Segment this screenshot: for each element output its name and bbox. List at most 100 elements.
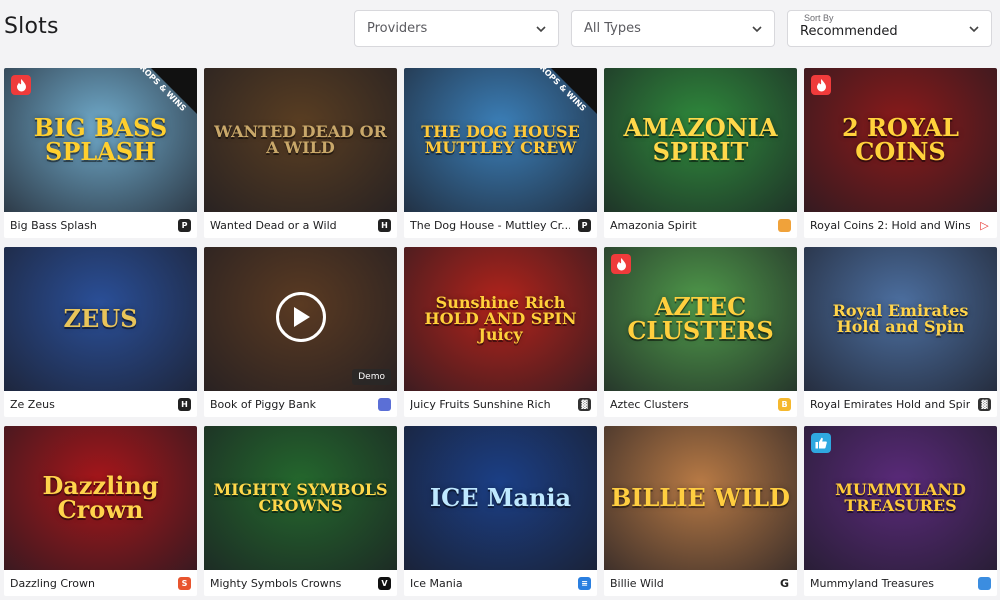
hacksaw-provider-icon: H	[178, 397, 191, 411]
fire-icon	[811, 75, 831, 95]
game-caption: Amazonia Spirit	[604, 212, 797, 238]
game-thumbnail[interactable]: ZEUS	[4, 247, 197, 391]
game-name: Billie Wild	[610, 576, 664, 590]
types-dropdown[interactable]: All Types	[571, 10, 775, 47]
game-name: Royal Coins 2: Hold and Wins	[810, 218, 970, 232]
game-thumbnail[interactable]: MIGHTY SYMBOLS CROWNS	[204, 426, 397, 570]
game-caption: The Dog House - Muttley Cr... P	[404, 212, 597, 238]
game-caption: Mighty Symbols Crowns V	[204, 570, 397, 596]
hacksaw-provider-icon: H	[378, 218, 391, 232]
game-name: Mighty Symbols Crowns	[210, 576, 342, 590]
blue-provider-icon	[378, 397, 391, 411]
s-provider-icon: S	[178, 576, 191, 590]
game-card[interactable]: MIGHTY SYMBOLS CROWNS Mighty Symbols Crow…	[204, 426, 397, 596]
thumbs-up-icon	[811, 433, 831, 453]
game-card[interactable]: Demo Book of Piggy Bank	[204, 247, 397, 417]
game-thumbnail[interactable]: Dazzling Crown	[4, 426, 197, 570]
b-provider-icon: B	[778, 397, 791, 411]
sort-dropdown-value: Recommended	[800, 24, 898, 39]
stripes-provider-icon: ≡	[578, 576, 591, 590]
game-card[interactable]: AMAZONIA SPIRIT Amazonia Spirit	[604, 68, 797, 238]
game-artwork-title: Dazzling Crown	[42, 471, 159, 524]
game-name: Dazzling Crown	[10, 576, 95, 590]
game-caption: Royal Emirates Hold and Spin ▓	[804, 391, 997, 417]
sort-dropdown[interactable]: Sort By Recommended	[787, 10, 992, 47]
game-caption: Aztec Clusters B	[604, 391, 797, 417]
game-card[interactable]: ICE Mania Ice Mania ≡	[404, 426, 597, 596]
game-artwork-title: MUMMYLAND TREASURES	[835, 480, 966, 515]
game-thumbnail[interactable]: Demo	[204, 247, 397, 391]
game-thumbnail[interactable]: AZTEC CLUSTERS	[604, 247, 797, 391]
orange-provider-icon	[778, 218, 791, 232]
game-thumbnail[interactable]: THE DOG HOUSE MUTTLEY CREW DROPS & WINS	[404, 68, 597, 212]
game-name: Ice Mania	[410, 576, 463, 590]
providers-dropdown[interactable]: Providers	[354, 10, 559, 47]
types-dropdown-value: All Types	[584, 21, 641, 36]
game-thumbnail[interactable]: 2 ROYAL COINS	[804, 68, 997, 212]
page-title: Slots	[4, 14, 59, 39]
game-card[interactable]: Sunshine Rich HOLD AND SPIN Juicy Juicy F…	[404, 247, 597, 417]
game-card[interactable]: WANTED DEAD OR A WILD Wanted Dead or a Wi…	[204, 68, 397, 238]
game-name: Royal Emirates Hold and Spin	[810, 397, 970, 411]
game-caption: Dazzling Crown S	[4, 570, 197, 596]
game-caption: Royal Coins 2: Hold and Wins ▷	[804, 212, 997, 238]
game-caption: Big Bass Splash P	[4, 212, 197, 238]
game-name: Mummyland Treasures	[810, 576, 935, 590]
v-provider-icon: V	[378, 576, 391, 590]
game-caption: Ze Zeus H	[4, 391, 197, 417]
game-artwork-title: Royal Emirates Hold and Spin	[832, 301, 969, 336]
play-provider-icon: P	[178, 218, 191, 232]
game-thumbnail[interactable]: MUMMYLAND TREASURES	[804, 426, 997, 570]
game-card[interactable]: Royal Emirates Hold and Spin Royal Emirat…	[804, 247, 997, 417]
game-artwork-title: 2 ROYAL COINS	[842, 113, 959, 166]
game-thumbnail[interactable]: BILLIE WILD	[604, 426, 797, 570]
game-card[interactable]: BIG BASS SPLASH DROPS & WINS Big Bass Spla…	[4, 68, 197, 238]
play-provider-icon: P	[578, 218, 591, 232]
game-card[interactable]: MUMMYLAND TREASURES Mummyland Treasures	[804, 426, 997, 596]
game-card[interactable]: 2 ROYAL COINS Royal Coins 2: Hold and Win…	[804, 68, 997, 238]
game-artwork-title: Sunshine Rich HOLD AND SPIN Juicy	[424, 293, 577, 344]
game-caption: Book of Piggy Bank	[204, 391, 397, 417]
demo-button[interactable]: Demo	[352, 369, 391, 385]
chevron-down-icon	[752, 25, 762, 32]
game-thumbnail[interactable]: BIG BASS SPLASH DROPS & WINS	[4, 68, 197, 212]
red-arrow-provider-icon: ▷	[978, 218, 991, 232]
game-thumbnail[interactable]: AMAZONIA SPIRIT	[604, 68, 797, 212]
game-name: Ze Zeus	[10, 397, 55, 411]
game-name: Big Bass Splash	[10, 218, 97, 232]
game-name: Aztec Clusters	[610, 397, 689, 411]
game-thumbnail[interactable]: Sunshine Rich HOLD AND SPIN Juicy	[404, 247, 597, 391]
game-caption: Juicy Fruits Sunshine Rich ▓	[404, 391, 597, 417]
game-artwork-title: WANTED DEAD OR A WILD	[214, 122, 387, 157]
sort-label: Sort By	[804, 13, 834, 23]
game-artwork-title: THE DOG HOUSE MUTTLEY CREW	[421, 122, 580, 157]
grid-provider-icon: ▓	[978, 397, 991, 411]
fire-icon	[11, 75, 31, 95]
game-caption: Ice Mania ≡	[404, 570, 597, 596]
game-thumbnail[interactable]: Royal Emirates Hold and Spin	[804, 247, 997, 391]
game-name: Wanted Dead or a Wild	[210, 218, 337, 232]
game-artwork-title: ZEUS	[63, 304, 138, 333]
game-thumbnail[interactable]: WANTED DEAD OR A WILD	[204, 68, 397, 212]
game-caption: Mummyland Treasures	[804, 570, 997, 596]
games-grid: BIG BASS SPLASH DROPS & WINS Big Bass Spla…	[4, 68, 997, 596]
fire-icon	[611, 254, 631, 274]
g-provider-icon: G	[778, 576, 791, 590]
game-name: Book of Piggy Bank	[210, 397, 317, 411]
providers-dropdown-value: Providers	[367, 21, 428, 36]
game-thumbnail[interactable]: ICE Mania	[404, 426, 597, 570]
globe-provider-icon	[978, 576, 991, 590]
game-card[interactable]: THE DOG HOUSE MUTTLEY CREW DROPS & WINS Th…	[404, 68, 597, 238]
game-card[interactable]: AZTEC CLUSTERS Aztec Clusters B	[604, 247, 797, 417]
game-artwork-title: BILLIE WILD	[610, 483, 790, 512]
game-artwork-title: AMAZONIA SPIRIT	[623, 113, 778, 166]
game-artwork-title: AZTEC CLUSTERS	[627, 292, 774, 345]
game-card[interactable]: Dazzling Crown Dazzling Crown S	[4, 426, 197, 596]
grid-provider-icon: ▓	[578, 397, 591, 411]
game-card[interactable]: ZEUS Ze Zeus H	[4, 247, 197, 417]
game-card[interactable]: BILLIE WILD Billie Wild G	[604, 426, 797, 596]
game-caption: Billie Wild G	[604, 570, 797, 596]
play-icon[interactable]	[275, 292, 326, 342]
game-name: Juicy Fruits Sunshine Rich	[410, 397, 551, 411]
game-name: Amazonia Spirit	[610, 218, 697, 232]
